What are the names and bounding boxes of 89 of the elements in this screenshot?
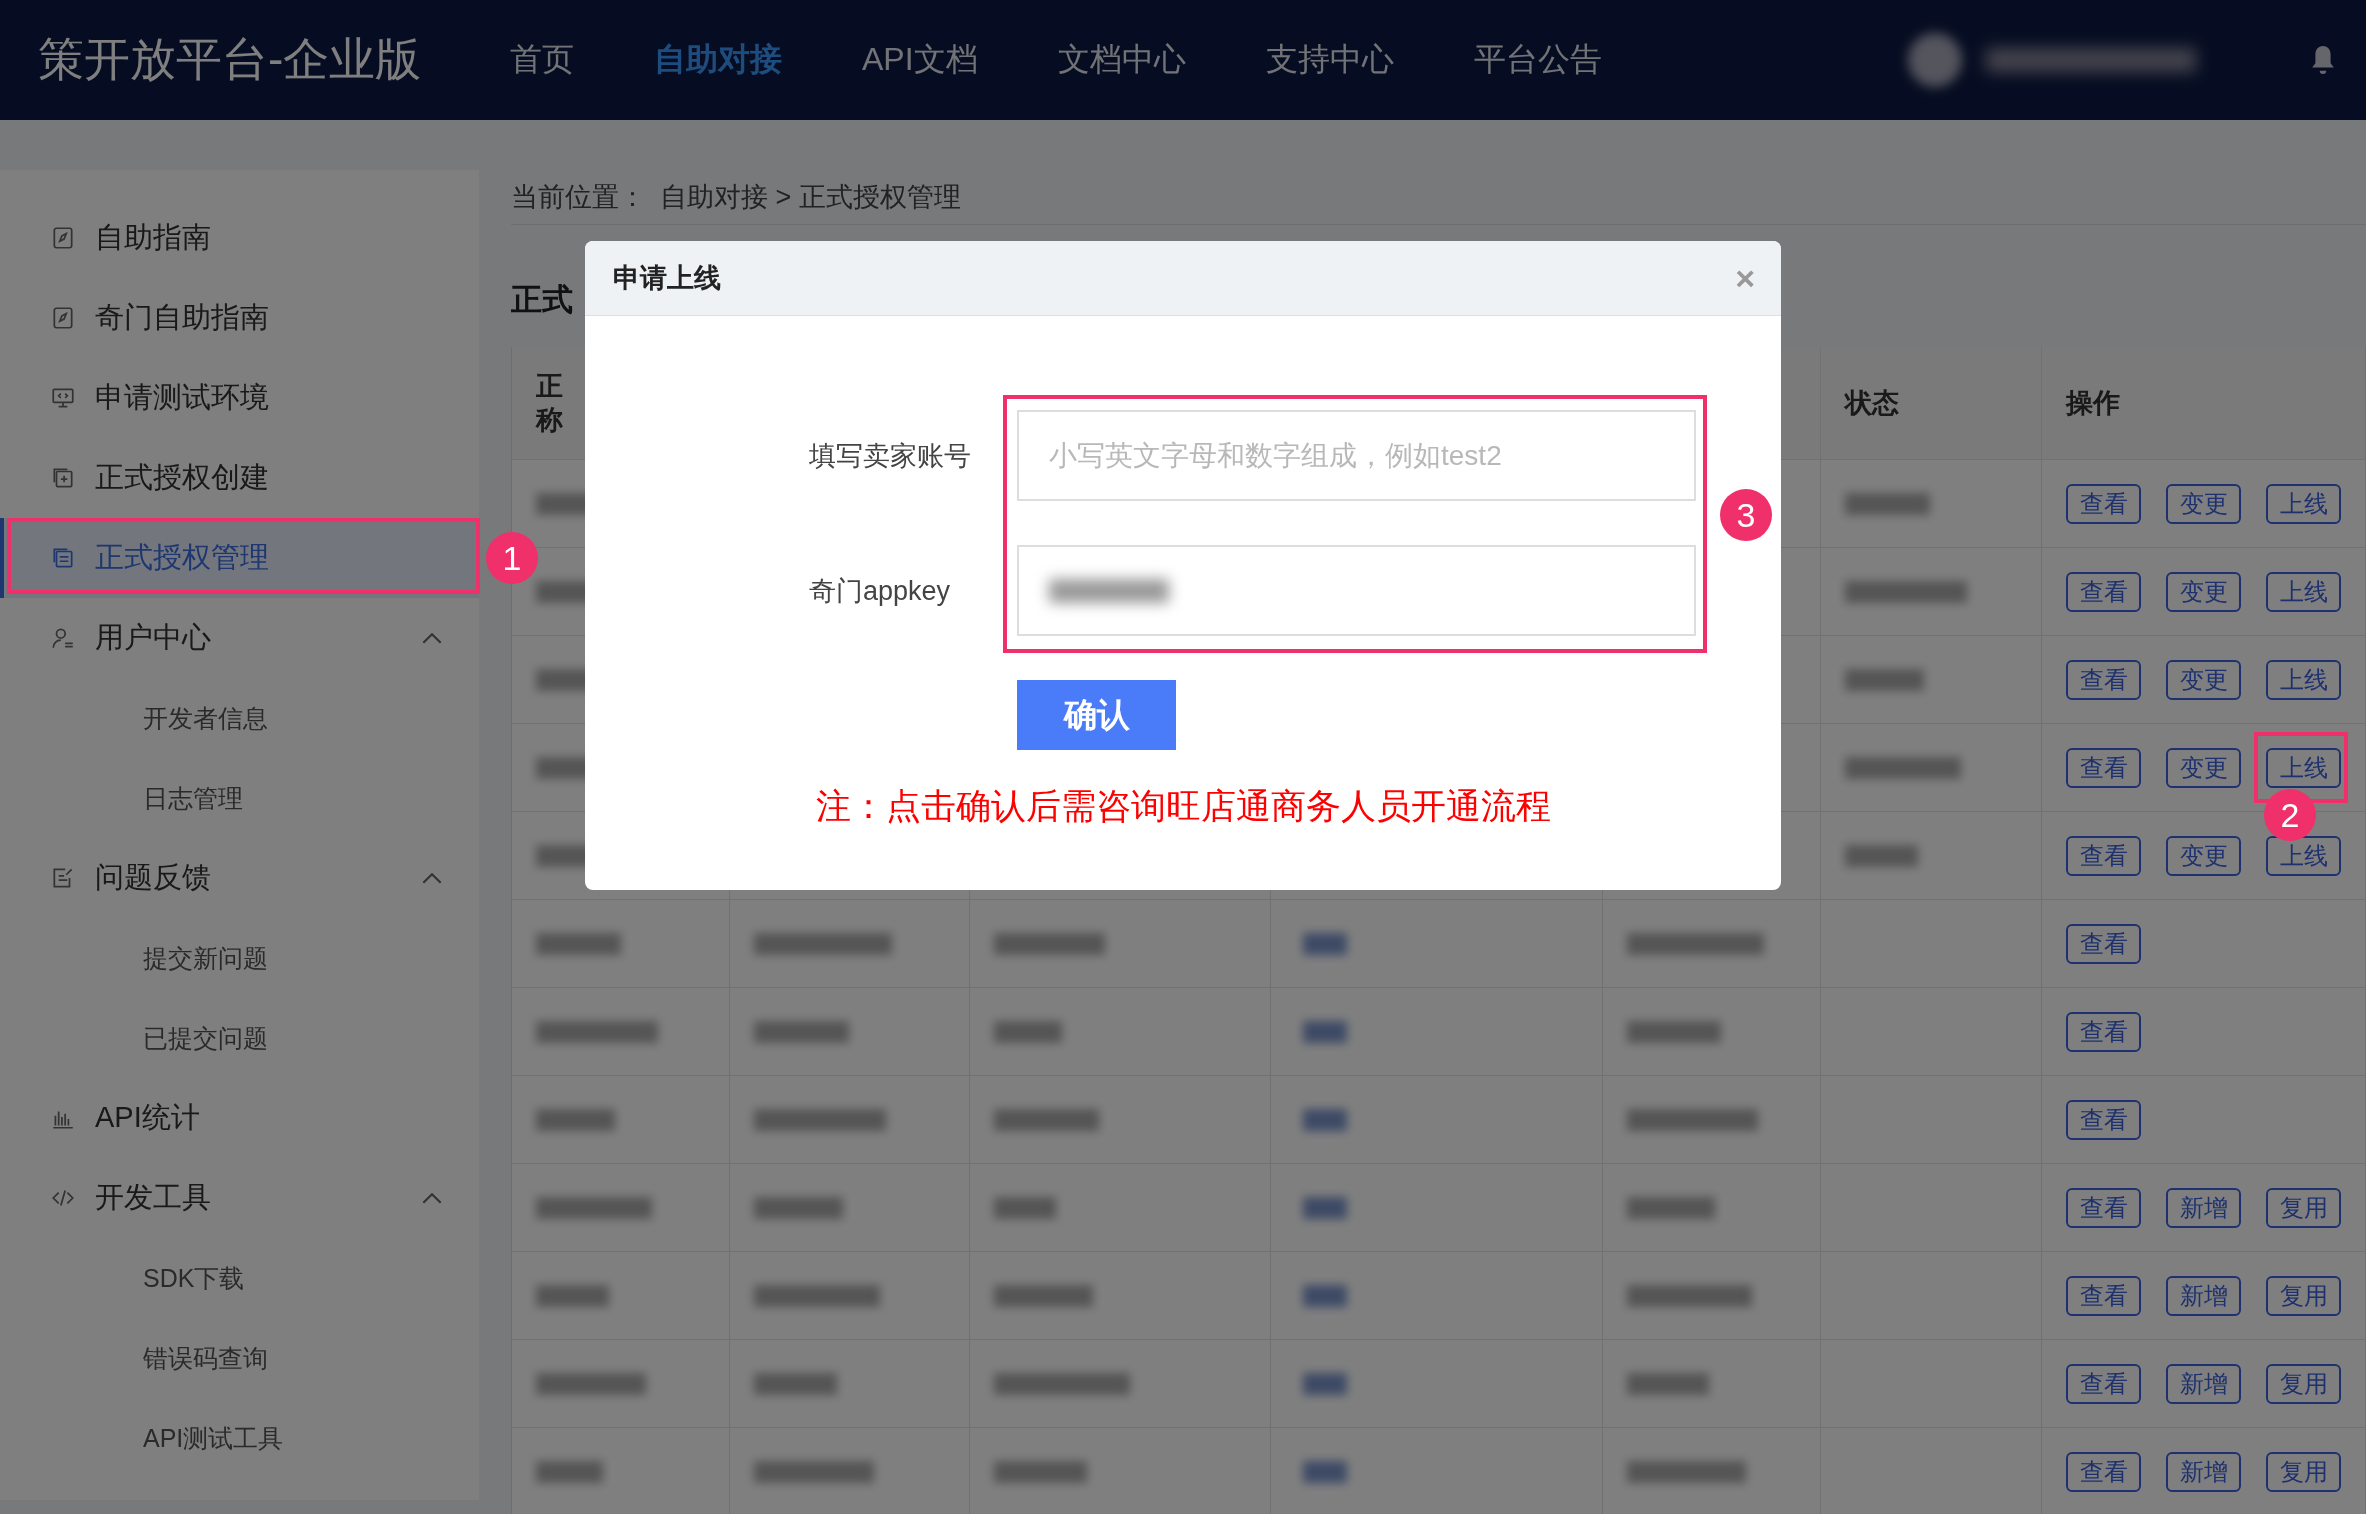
- action-button[interactable]: 查看: [2066, 659, 2141, 700]
- action-button[interactable]: 上线: [2266, 659, 2341, 700]
- action-button[interactable]: 查看: [2066, 1187, 2141, 1228]
- action-button[interactable]: 复用: [2266, 1187, 2341, 1228]
- sidebar-item[interactable]: 用户中心: [0, 598, 479, 678]
- action-button[interactable]: 新增: [2166, 1187, 2241, 1228]
- sidebar-item[interactable]: API统计: [0, 1078, 479, 1158]
- action-button[interactable]: 变更: [2166, 835, 2241, 876]
- column-header: 操作: [2066, 387, 2120, 420]
- sidebar-item[interactable]: 开发工具: [0, 1158, 479, 1238]
- field-label: 填写卖家账号: [809, 439, 972, 473]
- nav-tab[interactable]: 自助对接: [654, 38, 782, 82]
- sidebar-subitem[interactable]: 日志管理: [0, 758, 479, 838]
- action-button[interactable]: 查看: [2066, 1451, 2141, 1492]
- step-badge: 1: [486, 532, 538, 584]
- field-label: 奇门appkey: [809, 574, 952, 608]
- confirm-button[interactable]: 确认: [1017, 680, 1176, 750]
- action-button[interactable]: 查看: [2066, 923, 2141, 964]
- action-button[interactable]: 复用: [2266, 1363, 2341, 1404]
- action-button[interactable]: 查看: [2066, 747, 2141, 788]
- sidebar-subitem[interactable]: 提交新问题: [0, 918, 479, 998]
- bell-icon[interactable]: [2310, 43, 2336, 77]
- nav-tab[interactable]: 支持中心: [1265, 38, 1394, 82]
- chevron-icon[interactable]: [421, 1192, 443, 1205]
- input-field[interactable]: [1017, 545, 1696, 636]
- blurred-text: [1303, 1284, 1347, 1307]
- sidebar-item[interactable]: 问题反馈: [0, 838, 479, 918]
- note-icon: [50, 305, 76, 331]
- blurred-text: [994, 1020, 1062, 1043]
- note-text: 注：点击确认后需咨询旺店通商务人员开通流程: [816, 785, 1552, 827]
- input-field[interactable]: 小写英文字母和数字组成，例如test2: [1017, 410, 1696, 501]
- list-icon: [50, 545, 76, 571]
- action-button[interactable]: 查看: [2066, 483, 2141, 524]
- action-button[interactable]: 查看: [2066, 835, 2141, 876]
- blurred-text: [1303, 1460, 1347, 1483]
- sidebar-subitem[interactable]: 已提交问题: [0, 998, 479, 1078]
- page-title: 正式: [511, 281, 574, 319]
- sidebar-subitem[interactable]: 错误码查询: [0, 1318, 479, 1398]
- breadcrumb: 自助对接 > 正式授权管理: [660, 181, 961, 214]
- step-badge: 3: [1720, 489, 1772, 541]
- column-header: 状态: [1845, 387, 1899, 420]
- nav-tab[interactable]: 文档中心: [1057, 38, 1186, 82]
- chevron-icon[interactable]: [421, 872, 443, 885]
- sidebar-item[interactable]: 申请测试环境: [0, 358, 479, 438]
- sidebar-subitem[interactable]: SDK下载: [0, 1238, 479, 1318]
- action-button[interactable]: 新增: [2166, 1363, 2241, 1404]
- dialog-title: 申请上线: [613, 262, 721, 295]
- action-button[interactable]: 变更: [2166, 483, 2241, 524]
- blurred-text: [1303, 1020, 1347, 1043]
- chevron-icon[interactable]: [421, 632, 443, 645]
- sidebar-item[interactable]: 正式授权创建: [0, 438, 479, 518]
- sidebar-item[interactable]: 正式授权管理: [0, 518, 479, 598]
- close-button[interactable]: ×: [1735, 258, 1755, 298]
- column-header: 正 称: [536, 370, 563, 437]
- sidebar-item[interactable]: 自助指南: [0, 198, 479, 278]
- action-button[interactable]: 新增: [2166, 1275, 2241, 1316]
- blurred-text: [1303, 1196, 1347, 1219]
- nav-tab[interactable]: 首页: [510, 38, 574, 82]
- action-button[interactable]: 上线: [2266, 571, 2341, 612]
- action-button[interactable]: 变更: [2166, 747, 2241, 788]
- monitor-icon: [50, 385, 76, 411]
- nav-tab[interactable]: 平台公告: [1473, 38, 1602, 82]
- action-button[interactable]: 查看: [2066, 1275, 2141, 1316]
- sidebar-subitem[interactable]: API测试工具: [0, 1398, 479, 1478]
- action-button[interactable]: 查看: [2066, 571, 2141, 612]
- action-button[interactable]: 查看: [2066, 1011, 2141, 1052]
- action-button[interactable]: 变更: [2166, 659, 2241, 700]
- action-button[interactable]: 上线: [2266, 835, 2341, 876]
- action-button[interactable]: 上线: [2266, 483, 2341, 524]
- sidebar-subitem[interactable]: 开发者信息: [0, 678, 479, 758]
- nav-tab[interactable]: API文档: [862, 38, 978, 82]
- action-button[interactable]: 上线: [2266, 747, 2341, 788]
- blurred-text: [536, 1460, 603, 1483]
- action-button[interactable]: 复用: [2266, 1451, 2341, 1492]
- avatar[interactable]: [1908, 33, 1962, 87]
- action-button[interactable]: 复用: [2266, 1275, 2341, 1316]
- app-logo: 策开放平台-企业版: [38, 32, 423, 87]
- blurred-text: [994, 1196, 1056, 1219]
- action-button[interactable]: 变更: [2166, 571, 2241, 612]
- sidebar-item[interactable]: 奇门自助指南: [0, 278, 479, 358]
- plus-square-icon: [50, 465, 76, 491]
- blurred-text: [1303, 1108, 1347, 1131]
- breadcrumb-label: 当前位置：: [511, 181, 646, 214]
- note-icon: [50, 225, 76, 251]
- blurred-text: [1303, 1372, 1347, 1395]
- action-button[interactable]: 新增: [2166, 1451, 2241, 1492]
- action-button[interactable]: 查看: [2066, 1363, 2141, 1404]
- action-button[interactable]: 查看: [2066, 1099, 2141, 1140]
- blurred-text: [1303, 932, 1347, 955]
